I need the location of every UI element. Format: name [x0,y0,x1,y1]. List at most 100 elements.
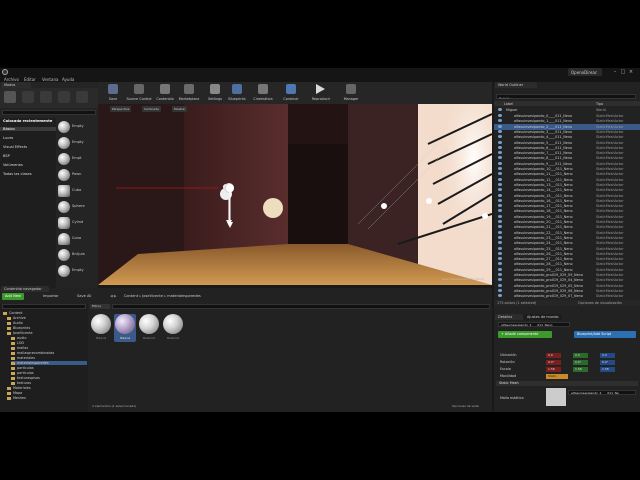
folder-tree-item[interactable]: Audio [7,321,23,325]
filters-button[interactable]: Filtros [90,304,110,309]
folder-tree-item[interactable]: partículas [11,366,34,370]
visibility-eye-icon[interactable] [498,225,502,229]
label-column-header[interactable]: Label [504,102,513,106]
visibility-eye-icon[interactable] [498,257,502,261]
folder-tree-item[interactable]: Mapa [7,391,22,395]
visibility-eye-icon[interactable] [498,161,502,165]
minimize-icon[interactable]: – [612,69,618,75]
visibility-eye-icon[interactable] [498,114,502,117]
actor-name-field[interactable]: alfasuinsesipando_2____011_Neno [498,322,570,327]
visibility-eye-icon[interactable] [498,267,502,271]
close-icon[interactable]: × [628,69,634,75]
visibility-eye-icon[interactable] [498,124,502,128]
category-visual-effects[interactable]: Visual Effects [3,145,27,149]
rotation-y-field[interactable]: 0.0° [573,360,588,365]
folder-tree-item[interactable]: materialesparedes [11,361,87,365]
folder-tree-item[interactable]: texturas [11,381,31,385]
visibility-eye-icon[interactable] [498,193,502,197]
visibility-eye-icon[interactable] [498,188,502,192]
visibility-eye-icon[interactable] [498,140,502,144]
save-all-button[interactable]: Save All [74,293,94,300]
category-lights[interactable]: Luces [3,136,13,140]
folder-tree-item[interactable]: mallas [11,346,28,350]
visibility-eye-icon[interactable] [498,135,502,139]
landscape-mode-icon[interactable] [40,91,52,103]
content-button[interactable]: Contenido [152,83,178,103]
scale-x-field[interactable]: 1.58 [546,367,561,372]
point-light-icon[interactable] [482,213,488,219]
save-button[interactable]: Save [100,83,126,103]
visibility-eye-icon[interactable] [498,156,502,160]
material-asset[interactable]: Material3 [138,314,160,342]
visibility-eye-icon[interactable] [498,241,502,245]
play-button[interactable]: Reproducir [308,83,334,103]
visibility-eye-icon[interactable] [498,177,502,181]
folder-tree-item[interactable]: Materiales [7,386,31,390]
category-volumes[interactable]: Volúmenes [3,163,23,167]
material-asset[interactable]: Material4 [162,314,184,342]
add-new-button[interactable]: Add New [2,293,24,300]
rotation-x-field[interactable]: 0.0° [546,360,561,365]
static-mesh-thumbnail[interactable] [546,388,566,406]
source-control-button[interactable]: Source Control [126,83,152,103]
breadcrumb-item[interactable]: Content [124,294,138,298]
visibility-eye-icon[interactable] [498,182,502,186]
static-mesh-section-header[interactable]: Static Mesh [496,381,638,386]
location-y-field[interactable]: 0.0 [573,353,588,358]
visibility-eye-icon[interactable] [498,235,502,239]
folder-tree-item[interactable]: audio [11,336,26,340]
build-button[interactable]: Construir [278,83,304,103]
breadcrumb-item[interactable]: JoseVicente [142,294,163,298]
show-button[interactable]: Mostrar [172,106,188,112]
visibility-eye-icon[interactable] [498,145,502,149]
folder-tree-item[interactable]: Archive [7,316,26,320]
folder-tree-item[interactable]: mallasprecombinadas [11,351,54,355]
folder-search-input[interactable] [2,304,86,309]
cinematics-button[interactable]: Cinemática [250,83,276,103]
marketplace-button[interactable]: Marketplace [176,83,202,103]
visibility-eye-icon[interactable] [498,151,502,155]
window-tab[interactable]: OpenoDireac [568,68,602,76]
material-asset[interactable]: Material [90,314,112,342]
mobility-static-toggle[interactable]: Static [546,374,568,379]
add-component-button[interactable]: + Añadir componente [498,331,552,338]
point-light-icon[interactable] [426,198,432,204]
folder-tree-item[interactable]: Meshes [7,396,26,400]
folder-tree-item[interactable]: Content [3,311,23,315]
outliner-search-input[interactable]: Buscar... [496,94,636,100]
visibility-eye-icon[interactable] [498,167,502,170]
rotation-z-field[interactable]: 0.0° [600,360,615,365]
visibility-eye-icon[interactable] [498,273,502,276]
folder-tree-item[interactable]: texturaspisos [11,376,40,380]
outliner-view-options[interactable]: Opciones de visualización [578,301,622,305]
world-outliner-tab[interactable]: World Outliner [495,82,537,88]
visibility-eye-icon[interactable] [498,209,502,213]
category-basic[interactable]: Básico [0,127,56,131]
folder-tree-item[interactable]: LOD [11,341,24,345]
visibility-eye-icon[interactable] [498,288,502,292]
content-browser-tab[interactable]: Contenido navegador [1,286,49,292]
category-bsp[interactable]: BSP [3,154,10,158]
world-settings-tab[interactable]: Ajustes de mundo [524,314,562,320]
point-light-icon[interactable] [381,203,387,209]
visibility-eye-icon[interactable] [498,294,502,298]
folder-tree-item[interactable]: Blueprints [7,326,30,330]
perspective-button[interactable]: Perspectiva [110,106,132,112]
blueprints-button[interactable]: Blueprints [224,83,250,103]
visibility-eye-icon[interactable] [498,214,502,218]
level-viewport[interactable]: Perspectiva Iluminada Mostrar Level: Ele… [98,104,492,285]
breadcrumb-item[interactable]: materialesparedes [167,294,201,298]
static-mesh-picker[interactable]: alfasuinsesipando_2____011_Ne [568,390,636,395]
visibility-eye-icon[interactable] [498,251,502,255]
location-x-field[interactable]: 0.0 [546,353,561,358]
geometry-mode-icon[interactable] [76,91,88,103]
visibility-eye-icon[interactable] [498,204,502,208]
blueprint-add-script-button[interactable]: Blueprint/Add Script [574,331,636,338]
visibility-eye-icon[interactable] [498,230,502,234]
visibility-eye-icon[interactable] [498,198,502,202]
visibility-eye-icon[interactable] [498,283,502,287]
location-z-field[interactable]: 0.0 [600,353,615,358]
view-options-button[interactable]: Opciones de vista [452,404,479,408]
back-arrow-icon[interactable]: ◀ ▶ [110,294,117,298]
visibility-eye-icon[interactable] [498,246,502,250]
